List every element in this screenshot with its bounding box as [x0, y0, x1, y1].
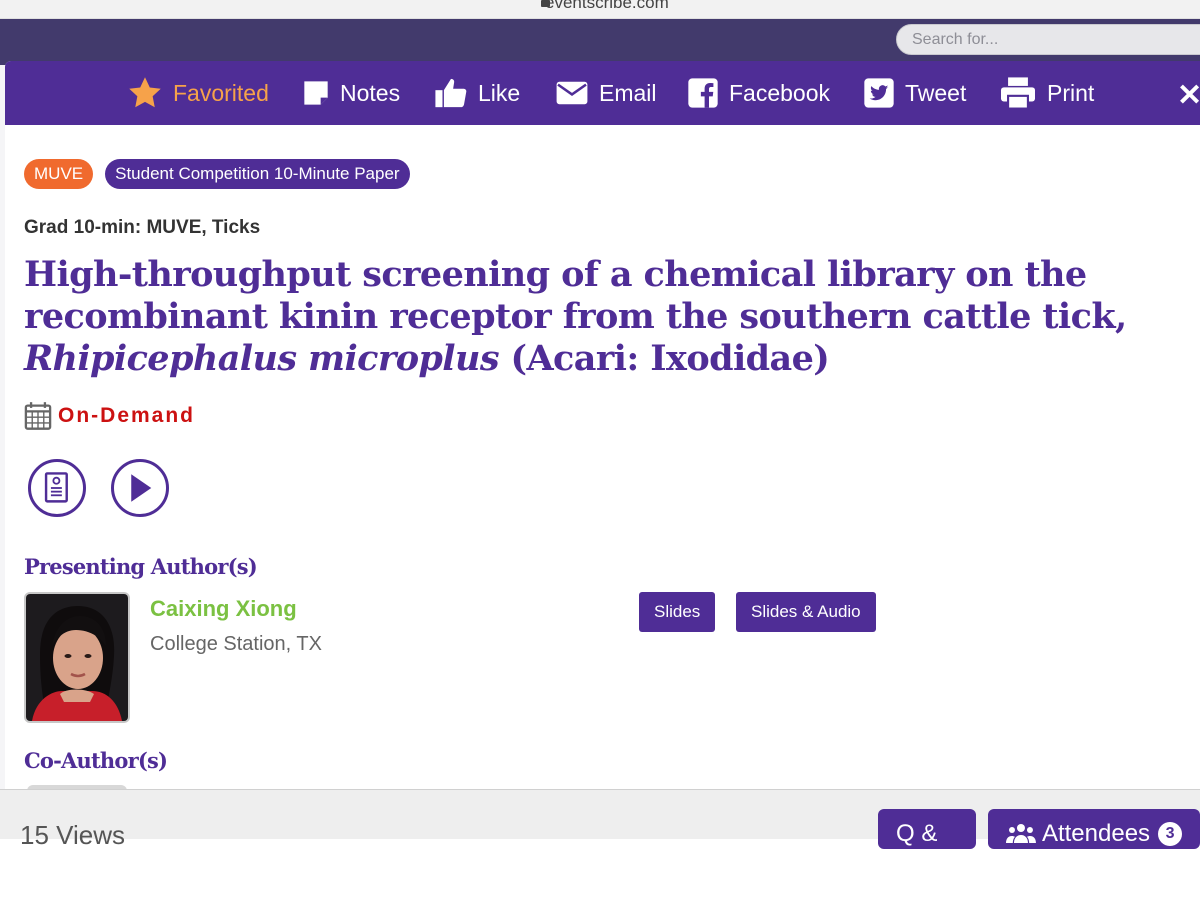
qa-button[interactable]: Q & A	[878, 809, 976, 897]
facebook-label: Facebook	[729, 79, 831, 106]
background-search-input[interactable]: Search for...	[896, 24, 1200, 55]
document-icon	[44, 472, 68, 503]
like-button[interactable]: Like	[434, 73, 520, 113]
tweet-label: Tweet	[905, 79, 967, 106]
presenter-photo	[26, 594, 128, 721]
schedule-row: On-Demand	[24, 401, 195, 431]
close-button[interactable]: ✕	[1177, 78, 1200, 113]
presenting-authors-heading: Presenting Author(s)	[24, 554, 258, 579]
calendar-icon	[24, 402, 52, 430]
url-text: eventscribe.com	[545, 0, 669, 12]
attendees-label: Attendees	[1041, 820, 1151, 847]
qa-label: Q & A	[896, 820, 938, 897]
email-button[interactable]: Email	[555, 73, 657, 113]
slides-audio-button[interactable]: Slides & Audio	[736, 592, 876, 632]
browser-url-bar[interactable]: eventscribe.com	[0, 0, 1200, 19]
view-count: 15 Views	[20, 820, 126, 850]
print-label: Print	[1047, 79, 1095, 106]
tag-list: MUVE Student Competition 10-Minute Paper	[24, 159, 410, 189]
presentation-title: High-throughput screening of a chemical …	[24, 254, 1199, 380]
favorited-label: Favorited	[173, 79, 269, 106]
action-toolbar: Favorited Notes Like Email Facebook Twee…	[5, 61, 1200, 125]
title-species: Rhipicephalus microplus	[24, 338, 500, 379]
facebook-button[interactable]: Facebook	[687, 73, 830, 113]
close-icon: ✕	[1177, 79, 1200, 112]
presenter-location: College Station, TX	[150, 633, 322, 655]
tweet-button[interactable]: Tweet	[863, 73, 966, 113]
abstract-button[interactable]	[28, 459, 86, 517]
notes-button[interactable]: Notes	[302, 73, 400, 113]
facebook-icon	[688, 78, 718, 108]
schedule-text: On-Demand	[58, 404, 196, 427]
play-button[interactable]	[111, 459, 169, 517]
people-icon	[1006, 824, 1036, 843]
presenter-name[interactable]: Caixing Xiong	[150, 596, 297, 622]
attendees-count-badge: 3	[1158, 822, 1182, 846]
play-icon	[131, 474, 152, 502]
attendees-button[interactable]: Attendees 3	[988, 809, 1200, 849]
slides-button[interactable]: Slides	[639, 592, 716, 632]
tag-muve[interactable]: MUVE	[24, 159, 94, 189]
favorited-button[interactable]: Favorited	[127, 73, 269, 113]
note-icon	[304, 81, 328, 105]
presentation-modal: Favorited Notes Like Email Facebook Twee…	[5, 61, 1200, 838]
title-tail: (Acari: Ixodidae)	[498, 338, 830, 379]
printer-icon	[1001, 77, 1035, 110]
like-label: Like	[478, 79, 521, 106]
notes-label: Notes	[340, 79, 401, 106]
coauthors-heading: Co-Author(s)	[24, 748, 168, 773]
tag-student-competition[interactable]: Student Competition 10-Minute Paper	[105, 159, 410, 189]
print-button[interactable]: Print	[999, 73, 1094, 113]
title-main: High-throughput screening of a chemical …	[24, 254, 1127, 337]
thumbs-up-icon	[435, 78, 467, 108]
session-name: Grad 10-min: MUVE, Ticks	[24, 217, 261, 238]
presenter-avatar[interactable]	[24, 592, 130, 723]
envelope-icon	[556, 81, 588, 105]
email-label: Email	[599, 79, 657, 106]
twitter-icon	[864, 78, 894, 108]
star-icon	[129, 77, 161, 108]
